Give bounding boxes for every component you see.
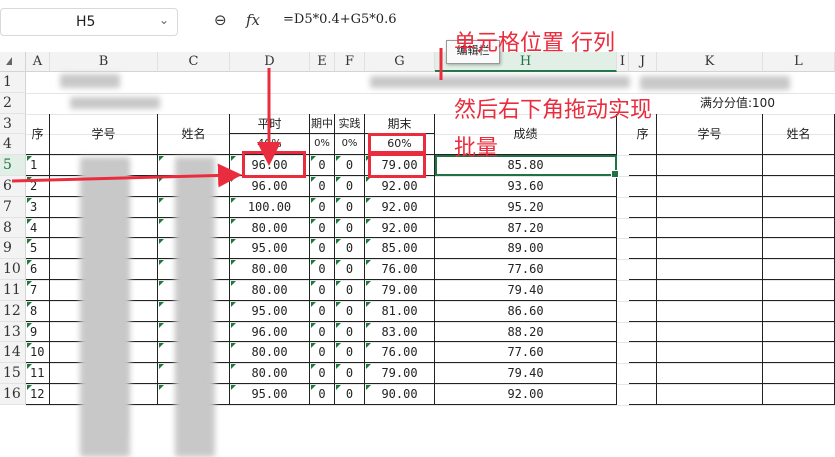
arrow-row5 [11, 163, 242, 188]
annotation-arrows [11, 48, 443, 188]
